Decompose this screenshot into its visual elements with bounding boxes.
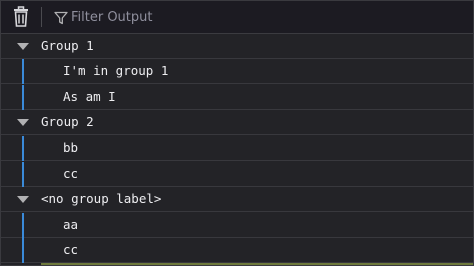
message-text: aa	[63, 217, 79, 232]
console-group-header[interactable]: Group 2	[1, 110, 473, 135]
group-indent-bar	[22, 136, 24, 161]
message-text: cc	[63, 166, 79, 181]
message-text: As am I	[63, 89, 116, 104]
console-group-header[interactable]: <no group label>	[1, 187, 473, 212]
trash-icon[interactable]	[11, 6, 31, 28]
group-label: <no group label>	[41, 191, 162, 206]
collapse-triangle-icon[interactable]	[17, 43, 29, 50]
console-message: cc	[1, 238, 473, 263]
group-indent-bar	[22, 85, 24, 110]
group-indent-bar	[22, 59, 24, 84]
console-message: cc	[1, 162, 473, 187]
console-message: aa	[1, 213, 473, 238]
console-group-header[interactable]: Group 1	[1, 34, 473, 59]
collapse-triangle-icon[interactable]	[17, 196, 29, 203]
message-text: bb	[63, 140, 79, 155]
group-indent-bar	[22, 238, 24, 263]
console-panel: Group 1 I'm in group 1 As am I Group 2 b…	[0, 0, 474, 266]
group-label: Group 2	[41, 114, 94, 129]
message-text: I'm in group 1	[63, 63, 169, 78]
console-input-edge	[41, 263, 473, 265]
toolbar-separator	[41, 7, 42, 27]
console-message: I'm in group 1	[1, 59, 473, 84]
filter-output-input[interactable]	[71, 7, 451, 27]
collapse-triangle-icon[interactable]	[17, 119, 29, 126]
funnel-icon	[54, 10, 68, 25]
console-message: As am I	[1, 85, 473, 110]
group-indent-bar	[22, 213, 24, 238]
console-message: bb	[1, 136, 473, 161]
group-label: Group 1	[41, 38, 94, 53]
message-text: cc	[63, 242, 79, 257]
group-indent-bar	[22, 162, 24, 187]
console-toolbar	[1, 1, 473, 34]
